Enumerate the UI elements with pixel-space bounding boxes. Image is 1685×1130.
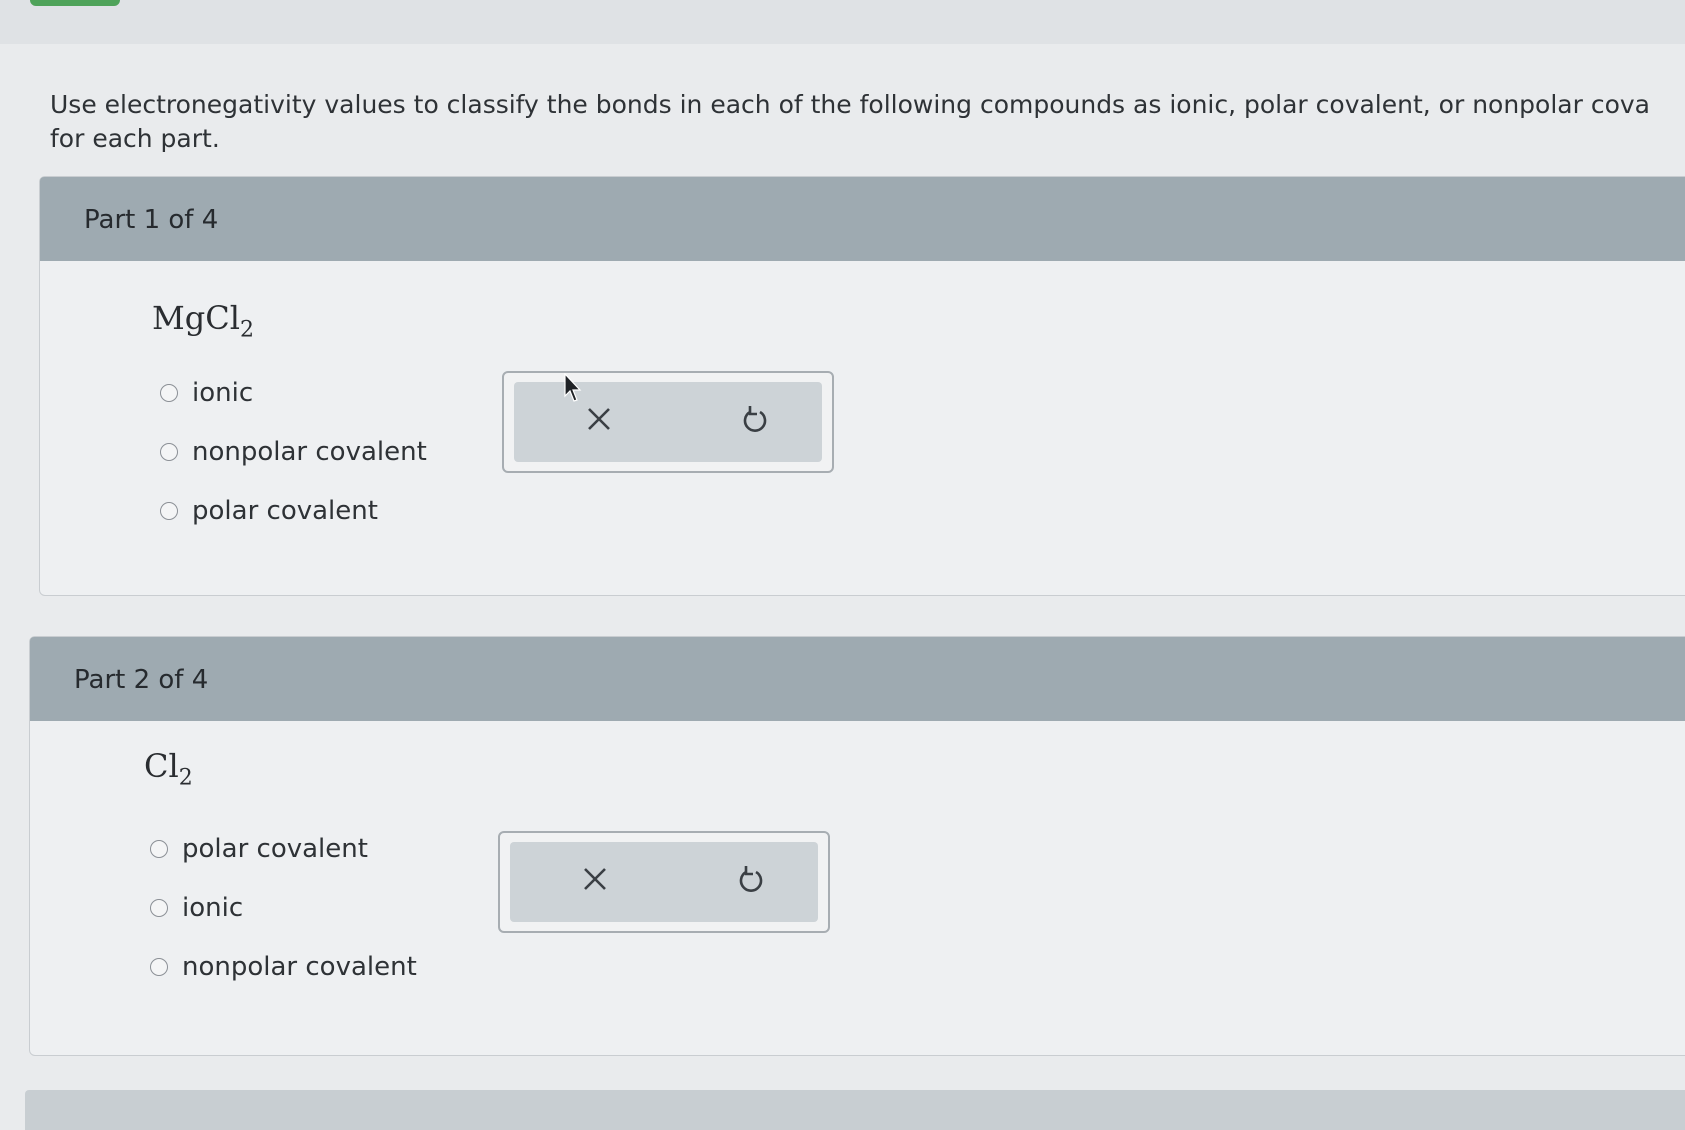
instructions-line-1: Use electronegativity values to classify… xyxy=(50,90,1650,119)
undo-icon xyxy=(739,866,763,892)
close-x-icon xyxy=(588,408,610,430)
mouse-cursor-icon xyxy=(564,373,582,402)
formula-subscript: 2 xyxy=(178,765,193,791)
formula-subscript: 2 xyxy=(239,317,254,343)
radio-button[interactable] xyxy=(160,442,178,461)
compound-formula: Cl2 xyxy=(144,747,193,790)
option-label: nonpolar covalent xyxy=(192,436,427,467)
option-label: polar covalent xyxy=(192,495,378,526)
option-ionic[interactable]: ionic xyxy=(150,878,417,937)
radio-button[interactable] xyxy=(150,957,168,976)
radio-button[interactable] xyxy=(150,898,168,917)
tools-inner xyxy=(514,382,822,462)
part-1-panel: Part 1 of 4 MgCl2 ionic nonpolar covalen… xyxy=(39,176,1685,596)
option-label: nonpolar covalent xyxy=(182,951,417,982)
undo-icon xyxy=(743,406,767,432)
radio-button[interactable] xyxy=(160,383,178,402)
answer-tools xyxy=(502,371,834,473)
part-2-header: Part 2 of 4 xyxy=(30,637,1685,721)
option-label: ionic xyxy=(192,377,254,408)
reset-button[interactable] xyxy=(730,394,780,444)
instructions-line-2: for each part. xyxy=(50,124,220,153)
option-label: polar covalent xyxy=(182,833,368,864)
answer-tools xyxy=(498,831,830,933)
progress-accent xyxy=(30,0,120,6)
option-polar-covalent[interactable]: polar covalent xyxy=(150,819,417,878)
top-bar xyxy=(0,0,1685,44)
answer-options: polar covalent ionic nonpolar covalent xyxy=(150,819,417,996)
instructions: Use electronegativity values to classify… xyxy=(50,88,1685,156)
close-x-icon xyxy=(584,868,606,890)
part-2-panel: Part 2 of 4 Cl2 polar covalent ionic non… xyxy=(29,636,1685,1056)
option-ionic[interactable]: ionic xyxy=(160,363,427,422)
part-1-header: Part 1 of 4 xyxy=(40,177,1685,261)
clear-button[interactable] xyxy=(570,854,620,904)
option-nonpolar-covalent[interactable]: nonpolar covalent xyxy=(150,937,417,996)
radio-button[interactable] xyxy=(150,839,168,858)
reset-button[interactable] xyxy=(726,854,776,904)
formula-base: MgCl xyxy=(152,299,240,337)
tools-inner xyxy=(510,842,818,922)
compound-formula: MgCl2 xyxy=(152,299,254,342)
part-title: Part 2 of 4 xyxy=(74,665,209,695)
option-label: ionic xyxy=(182,892,244,923)
option-polar-covalent[interactable]: polar covalent xyxy=(160,481,427,540)
option-nonpolar-covalent[interactable]: nonpolar covalent xyxy=(160,422,427,481)
next-part-header xyxy=(25,1090,1685,1130)
radio-button[interactable] xyxy=(160,501,178,520)
formula-base: Cl xyxy=(144,747,179,785)
answer-options: ionic nonpolar covalent polar covalent xyxy=(160,363,427,540)
part-title: Part 1 of 4 xyxy=(84,205,219,235)
